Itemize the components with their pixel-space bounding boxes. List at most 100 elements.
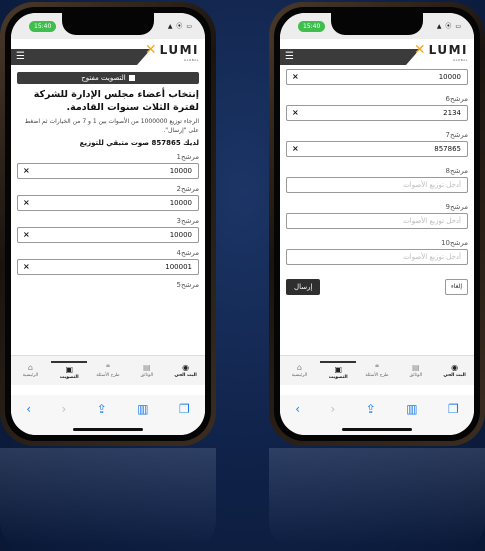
phone-bezel: 15:40 ▲ ⦿ ▭ ☰ ✕ LUMI GLOBAL × 10000 مرشح6… xyxy=(274,7,480,441)
status-time: 15:40 xyxy=(298,21,326,32)
broadcast-icon: ◉ xyxy=(451,363,459,372)
candidate-label: مرشح4 xyxy=(176,249,199,257)
app-header: ☰ ✕ LUMI GLOBAL xyxy=(280,39,474,65)
vote-input[interactable]: × 857865 xyxy=(286,141,468,157)
nav-live[interactable]: ◉ البث الحي xyxy=(168,363,204,378)
browser-toolbar: ‹ › ⇪ ▥ ❐ xyxy=(280,395,474,423)
system-icons: ▲ ⦿ ▭ xyxy=(167,23,193,30)
clear-icon[interactable]: × xyxy=(292,142,299,156)
chat-icon: ❝ xyxy=(105,363,111,372)
candidate-label: مرشح7 xyxy=(445,131,468,139)
browser-toolbar: ‹ › ⇪ ▥ ❐ xyxy=(11,395,205,423)
clear-icon[interactable]: × xyxy=(23,164,30,178)
vote-input[interactable]: × 2134 xyxy=(286,105,468,121)
vote-input[interactable]: × 10000 xyxy=(17,195,199,211)
nav-ask[interactable]: ❝ طرح الأسئلة xyxy=(90,363,126,378)
status-time: 15:40 xyxy=(29,21,57,32)
candidate-label: مرشح5 xyxy=(176,281,199,289)
poll-icon xyxy=(128,75,135,81)
votes-remaining: لديك 857865 صوت متبقي للتوزيع xyxy=(79,139,199,147)
brand-logo: ✕ LUMI xyxy=(145,43,199,57)
phone-right: 15:40 ▲ ⦿ ▭ ☰ ✕ LUMI GLOBAL × 10000 مرشح6… xyxy=(269,2,485,446)
clear-icon[interactable]: × xyxy=(23,196,30,210)
logo-subtext: GLOBAL xyxy=(452,58,468,62)
system-icons: ▲ ⦿ ▭ xyxy=(436,23,462,30)
menu-icon[interactable]: ☰ xyxy=(285,51,294,63)
forward-icon[interactable]: › xyxy=(330,402,335,416)
clear-icon[interactable]: × xyxy=(23,260,30,274)
phone-screen: 15:40 ▲ ⦿ ▭ ☰ ✕ LUMI GLOBAL × 10000 مرشح6… xyxy=(280,13,474,435)
vote-input[interactable]: × 10000 xyxy=(286,69,468,85)
question-title: إنتخاب أعضاء مجلس الإدارة للشركة لفترة ا… xyxy=(33,89,199,113)
phone-reflection xyxy=(0,448,216,551)
vote-input[interactable]: أدخل توزيع الأصوات xyxy=(286,213,468,229)
candidate-label: مرشح10 xyxy=(441,239,468,247)
brand-logo: ✕ LUMI xyxy=(414,43,468,57)
nav-home[interactable]: ⌂ الرئيسية xyxy=(12,363,48,378)
menu-bar: ☰ xyxy=(11,49,151,65)
logo-x-icon: ✕ xyxy=(413,42,426,58)
logo-subtext: GLOBAL xyxy=(183,58,199,62)
vote-input[interactable]: أدخل توزيع الأصوات xyxy=(286,249,468,265)
question-instructions: الرجاء توزيع 1000000 من الأصوات بين 1 و … xyxy=(24,118,199,134)
home-icon: ⌂ xyxy=(27,363,33,372)
chat-icon: ❝ xyxy=(374,363,380,372)
clear-icon[interactable]: × xyxy=(292,106,299,120)
nav-voting[interactable]: ▣ التصويت xyxy=(51,361,88,380)
nav-docs[interactable]: ▤ الوثائق xyxy=(129,363,165,378)
phone-left: 15:40 ▲ ⦿ ▭ ☰ ✕ LUMI GLOBAL التصويت مفتو… xyxy=(0,2,216,446)
clear-icon[interactable]: × xyxy=(292,70,299,84)
clear-icon[interactable]: × xyxy=(23,228,30,242)
candidate-label: مرشح9 xyxy=(445,203,468,211)
poll-content: × 10000 مرشح6 × 2134 مرشح7 × 857865 مرشح8 أ… xyxy=(280,65,474,295)
tabs-icon[interactable]: ❐ xyxy=(448,402,459,416)
candidate-label: مرشح3 xyxy=(176,217,199,225)
vote-input[interactable]: × 10000 xyxy=(17,163,199,179)
menu-bar: ☰ xyxy=(280,49,420,65)
nav-home[interactable]: ⌂ الرئيسية xyxy=(281,363,317,378)
logo-text: LUMI xyxy=(428,43,468,57)
candidate-label: مرشح8 xyxy=(445,167,468,175)
broadcast-icon: ◉ xyxy=(182,363,190,372)
vote-input[interactable]: × 100001 xyxy=(17,259,199,275)
forward-icon[interactable]: › xyxy=(61,402,66,416)
nav-ask[interactable]: ❝ طرح الأسئلة xyxy=(359,363,395,378)
document-icon: ▤ xyxy=(143,363,151,372)
share-icon[interactable]: ⇪ xyxy=(366,402,376,416)
form-actions: إرسال إلغاء xyxy=(286,279,468,295)
voting-icon: ▣ xyxy=(65,365,73,374)
back-icon[interactable]: ‹ xyxy=(295,402,300,416)
back-icon[interactable]: ‹ xyxy=(26,402,31,416)
phone-reflection xyxy=(269,448,485,551)
home-indicator[interactable] xyxy=(342,428,412,431)
bookmarks-icon[interactable]: ▥ xyxy=(406,402,417,416)
bookmarks-icon[interactable]: ▥ xyxy=(137,402,148,416)
home-icon: ⌂ xyxy=(296,363,302,372)
vote-input[interactable]: × 10000 xyxy=(17,227,199,243)
voting-icon: ▣ xyxy=(334,365,342,374)
poll-content: التصويت مفتوح إنتخاب أعضاء مجلس الإدارة … xyxy=(11,65,205,289)
logo-text: LUMI xyxy=(159,43,199,57)
nav-voting[interactable]: ▣ التصويت xyxy=(320,361,357,380)
nav-docs[interactable]: ▤ الوثائق xyxy=(398,363,434,378)
phone-bezel: 15:40 ▲ ⦿ ▭ ☰ ✕ LUMI GLOBAL التصويت مفتو… xyxy=(5,7,211,441)
bottom-nav: ⌂ الرئيسية ▣ التصويت ❝ طرح الأسئلة ▤ الوثائق… xyxy=(280,355,474,385)
candidate-label: مرشح6 xyxy=(445,95,468,103)
notch xyxy=(331,13,423,35)
cancel-button[interactable]: إلغاء xyxy=(444,279,468,295)
home-indicator[interactable] xyxy=(73,428,143,431)
nav-live[interactable]: ◉ البث الحي xyxy=(437,363,473,378)
vote-input[interactable]: أدخل توزيع الأصوات xyxy=(286,177,468,193)
document-icon: ▤ xyxy=(412,363,420,372)
menu-icon[interactable]: ☰ xyxy=(16,51,25,63)
logo-x-icon: ✕ xyxy=(144,42,157,58)
send-button[interactable]: إرسال xyxy=(286,279,321,295)
notch xyxy=(62,13,154,35)
bottom-nav: ⌂ الرئيسية ▣ التصويت ❝ طرح الأسئلة ▤ الوثائق… xyxy=(11,355,205,385)
poll-status-badge: التصويت مفتوح xyxy=(17,72,199,84)
candidate-label: مرشح1 xyxy=(176,153,199,161)
share-icon[interactable]: ⇪ xyxy=(97,402,107,416)
candidate-label: مرشح2 xyxy=(176,185,199,193)
tabs-icon[interactable]: ❐ xyxy=(179,402,190,416)
app-header: ☰ ✕ LUMI GLOBAL xyxy=(11,39,205,65)
